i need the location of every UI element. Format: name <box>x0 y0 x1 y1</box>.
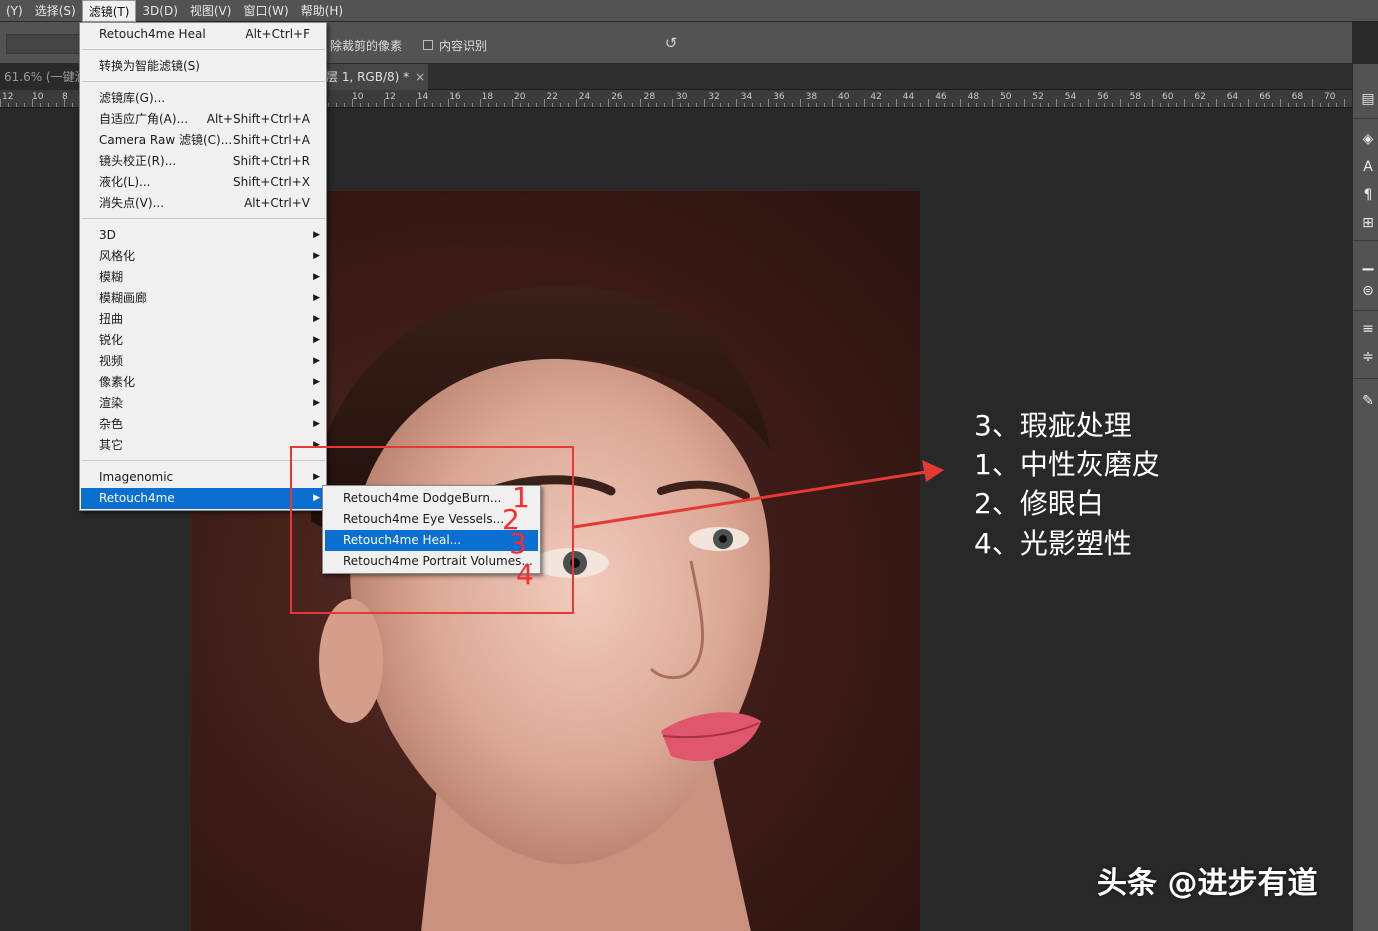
note-line-3: 2、修眼白 <box>974 487 1104 520</box>
note-line-2: 1、中性灰磨皮 <box>974 448 1160 481</box>
note-line-1: 3、瑕疵处理 <box>974 409 1132 442</box>
note-line-4: 4、光影塑性 <box>974 527 1132 560</box>
watermark: 头条 @进步有道 <box>1097 866 1318 901</box>
